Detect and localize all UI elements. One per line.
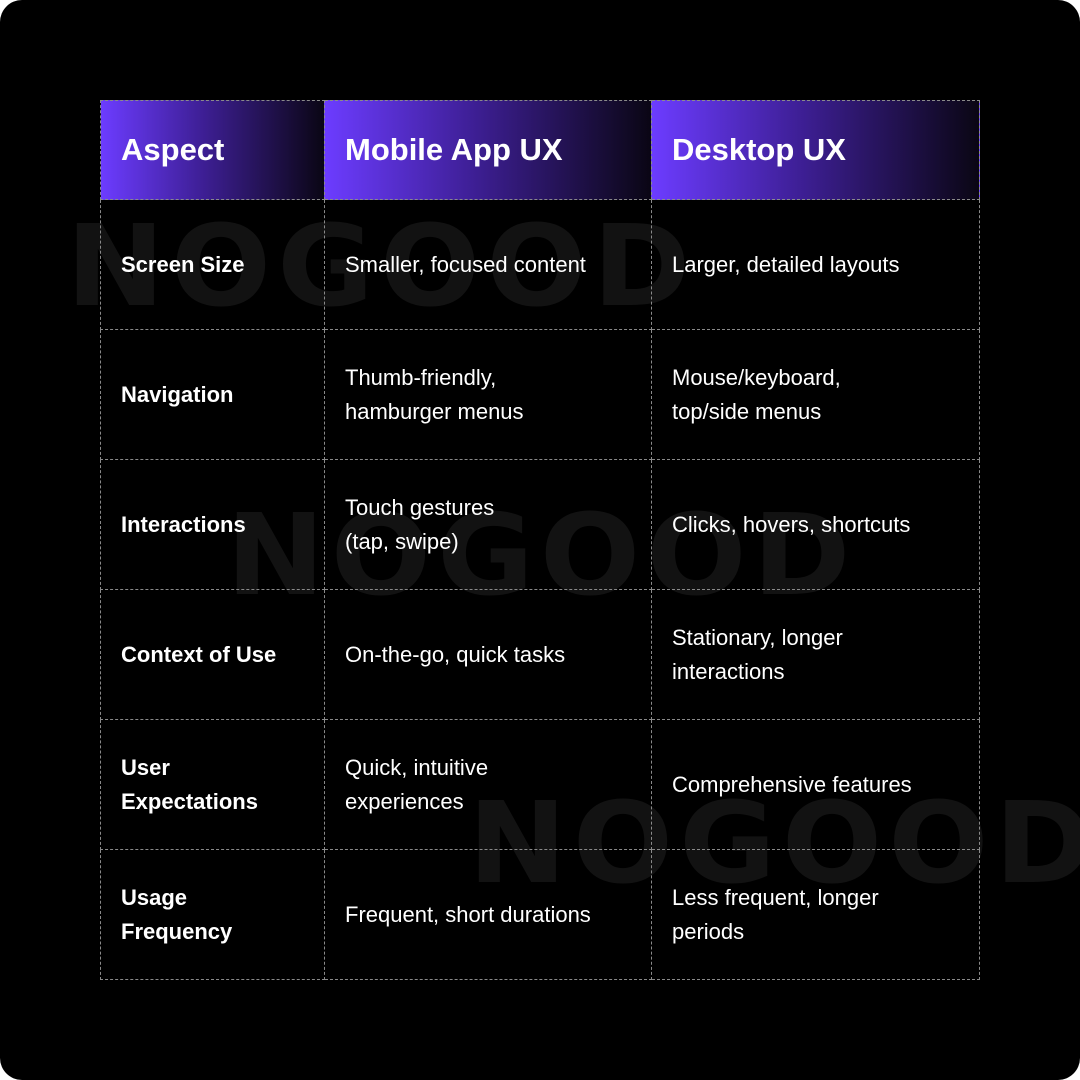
mobile-value: Thumb-friendly, hamburger menus: [345, 364, 524, 424]
mobile-value: Touch gestures (tap, swipe): [345, 494, 495, 554]
row-mobile: Smaller, focused content: [325, 200, 652, 330]
row-aspect: Navigation: [100, 330, 325, 460]
row-mobile: Thumb-friendly, hamburger menus: [325, 330, 652, 460]
row-desktop: Larger, detailed layouts: [652, 200, 980, 330]
mobile-value: Quick, intuitive experiences: [345, 754, 489, 814]
row-mobile: On-the-go, quick tasks: [325, 590, 652, 720]
row-aspect: Usage Frequency: [100, 850, 325, 980]
aspect-label: User Expectations: [121, 754, 258, 814]
comparison-table: Aspect Mobile App UX Desktop UX Screen S…: [100, 100, 980, 980]
mobile-value: On-the-go, quick tasks: [345, 641, 566, 667]
row-aspect: User Expectations: [100, 720, 325, 850]
row-desktop: Less frequent, longer periods: [652, 850, 980, 980]
header-aspect: Aspect: [100, 100, 325, 200]
row-aspect: Context of Use: [100, 590, 325, 720]
header-desktop: Desktop UX: [652, 100, 980, 200]
mobile-value: Frequent, short durations: [345, 901, 591, 927]
row-desktop: Comprehensive features: [652, 720, 980, 850]
header-mobile: Mobile App UX: [325, 100, 652, 200]
row-desktop: Clicks, hovers, shortcuts: [652, 460, 980, 590]
desktop-value: Stationary, longer interactions: [672, 624, 843, 684]
desktop-value: Less frequent, longer periods: [672, 884, 879, 944]
aspect-label: Interactions: [121, 511, 246, 537]
row-mobile: Frequent, short durations: [325, 850, 652, 980]
desktop-value: Larger, detailed layouts: [672, 251, 900, 277]
mobile-value: Smaller, focused content: [345, 251, 586, 277]
desktop-value: Clicks, hovers, shortcuts: [672, 511, 911, 537]
row-desktop: Stationary, longer interactions: [652, 590, 980, 720]
row-mobile: Quick, intuitive experiences: [325, 720, 652, 850]
row-desktop: Mouse/keyboard, top/side menus: [652, 330, 980, 460]
aspect-label: Usage Frequency: [121, 884, 233, 944]
aspect-label: Context of Use: [121, 641, 277, 667]
row-mobile: Touch gestures (tap, swipe): [325, 460, 652, 590]
aspect-label: Navigation: [121, 381, 234, 407]
desktop-value: Comprehensive features: [672, 771, 912, 797]
row-aspect: Interactions: [100, 460, 325, 590]
infographic-canvas: NOGOOD NOGOOD NOGOOD Aspect Mobile App U…: [0, 0, 1080, 1080]
row-aspect: Screen Size: [100, 200, 325, 330]
aspect-label: Screen Size: [121, 251, 245, 277]
desktop-value: Mouse/keyboard, top/side menus: [672, 364, 841, 424]
